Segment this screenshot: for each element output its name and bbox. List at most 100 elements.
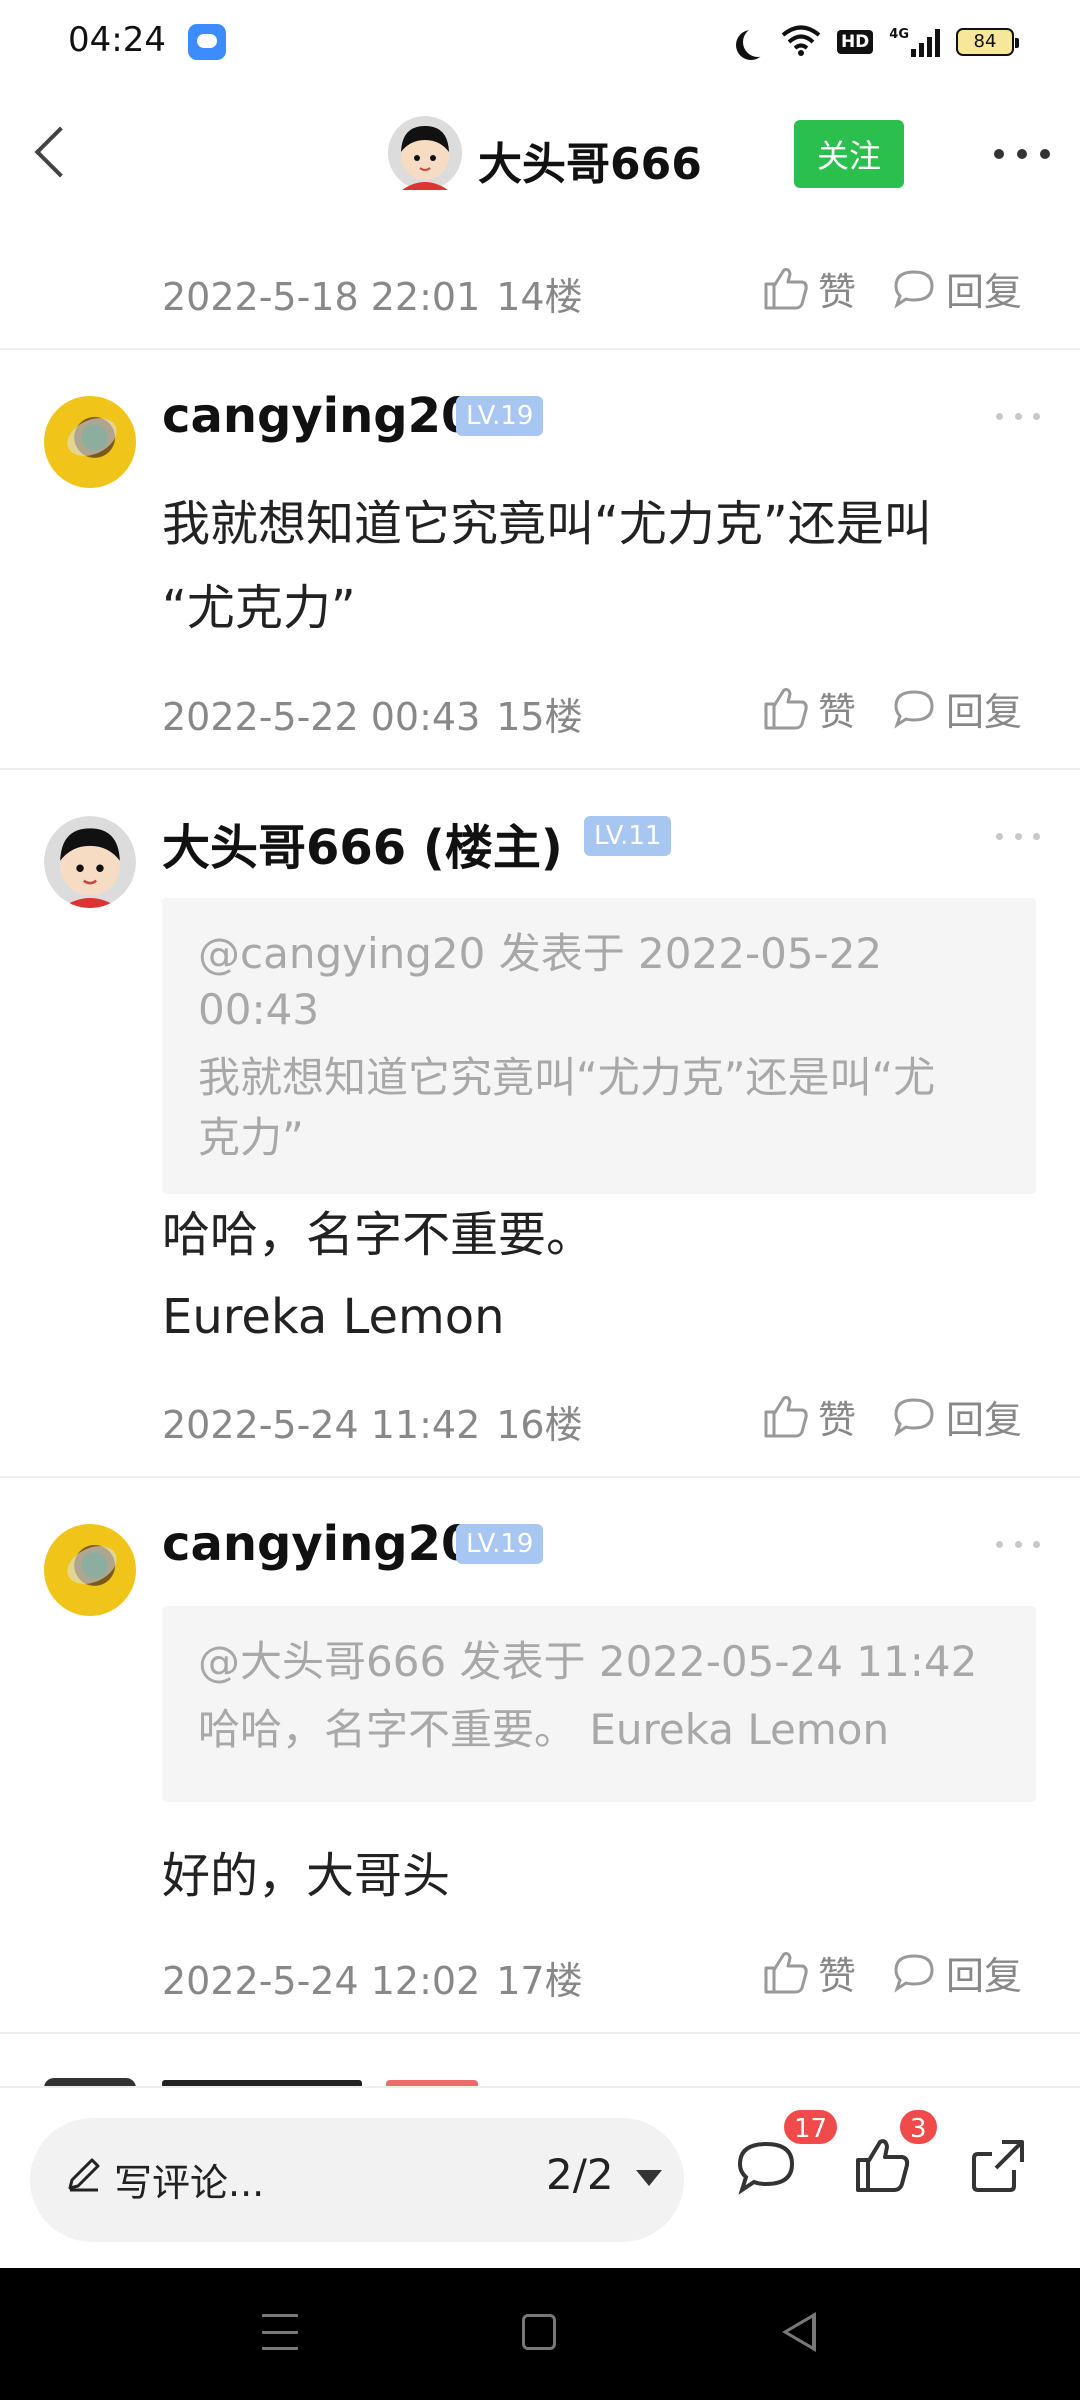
post-date: 2022-5-18 22:01 (162, 275, 481, 319)
quote-header: @大头哥666 发表于 2022-05-24 11:42 (198, 1637, 978, 1686)
like-button[interactable]: 赞 (760, 1942, 856, 2002)
reply-button[interactable]: 回复 (892, 1942, 1022, 2002)
thumbs-up-icon (760, 1946, 812, 1998)
like-post-button[interactable]: 3 (846, 2108, 939, 2202)
status-icons: HD 4G 84 (735, 22, 1019, 62)
recent-apps-icon[interactable] (262, 2314, 298, 2350)
chevron-down-icon[interactable] (636, 2170, 662, 2186)
like-button[interactable]: 赞 (760, 258, 856, 318)
pencil-icon (64, 2154, 104, 2194)
system-navigation-bar (0, 2268, 1080, 2400)
thumbs-up-icon (760, 1390, 812, 1442)
battery-icon: 84 (956, 28, 1019, 56)
author-name[interactable]: 大头哥666 (478, 128, 702, 192)
content-line: Eureka Lemon (162, 1289, 505, 1345)
post-content: 哈哈，名字不重要。 Eureka Lemon (162, 1194, 1042, 1358)
app-notification-icon (188, 24, 226, 60)
chat-bubble-icon (892, 1394, 936, 1438)
user-avatar[interactable] (44, 816, 136, 908)
status-time: 04:24 (68, 20, 166, 60)
back-button[interactable] (24, 120, 84, 184)
post-meta: 2022-5-24 12:02 17楼 (162, 1950, 583, 2005)
do-not-disturb-icon (743, 27, 773, 57)
post-floor: 17楼 (496, 1959, 583, 2003)
thumbs-up-icon (760, 262, 812, 314)
share-icon (962, 2140, 1034, 2206)
post-more-button[interactable] (996, 826, 1040, 846)
quote-header: @cangying20 发表于 2022-05-22 00:43 (198, 929, 883, 1034)
network-type: 4G (889, 27, 909, 42)
level-badge: LV.19 (456, 1524, 544, 1564)
post-meta: 2022-5-18 22:01 14楼 (162, 266, 583, 321)
quote-line: 哈哈，名字不重要。 Eureka Lemon (198, 1705, 890, 1754)
post-meta-row: 2022-5-18 22:01 14楼 赞 回复 (0, 252, 1080, 322)
like-button[interactable]: 赞 (760, 678, 856, 738)
quoted-reply[interactable]: @大头哥666 发表于 2022-05-24 11:42 哈哈，名字不重要。 E… (162, 1606, 1036, 1802)
divider (0, 1476, 1080, 1478)
quote-line: 我就想知道它究竟叫“尤力克”还是叫“尤 (198, 1053, 936, 1102)
reply-label: 回复 (946, 1397, 1023, 1442)
like-label: 赞 (818, 1953, 857, 1998)
comment-input[interactable]: 写评论... 2/2 (30, 2118, 684, 2242)
content-line: 我就想知道它究竟叫“尤力克”还是叫 (162, 496, 932, 552)
divider (0, 348, 1080, 350)
share-button[interactable] (962, 2130, 1034, 2202)
signal-icon: 4G (889, 27, 940, 57)
post-more-button[interactable] (996, 406, 1040, 426)
divider (0, 768, 1080, 770)
post-username[interactable]: cangying20 (162, 1516, 474, 1572)
back-triangle-icon[interactable] (782, 2312, 816, 2352)
reply-label: 回复 (946, 689, 1023, 734)
reply-button[interactable]: 回复 (892, 678, 1022, 738)
follow-button[interactable]: 关注 (794, 120, 904, 188)
post-date: 2022-5-24 11:42 (162, 1403, 481, 1447)
content-line: 哈哈，名字不重要。 (162, 1207, 595, 1263)
post-meta: 2022-5-24 11:42 16楼 (162, 1394, 583, 1449)
like-button[interactable]: 赞 (760, 1386, 856, 1446)
wifi-icon (781, 24, 821, 60)
reply-button[interactable]: 回复 (892, 258, 1022, 318)
more-options-button[interactable] (994, 136, 1050, 172)
hd-badge: HD (836, 30, 874, 54)
post-content: 好的，大哥头 (162, 1834, 1042, 1918)
post-content: 我就想知道它究竟叫“尤力克”还是叫 “尤克力” (162, 482, 1042, 650)
page-indicator[interactable]: 2/2 (546, 2150, 614, 2199)
thumbs-up-icon (760, 682, 812, 734)
content-line: “尤克力” (162, 580, 356, 636)
like-label: 赞 (818, 1397, 857, 1442)
reply-label: 回复 (946, 1953, 1023, 1998)
like-label: 赞 (818, 269, 857, 314)
reply-label: 回复 (946, 269, 1023, 314)
post-floor: 16楼 (496, 1403, 583, 1447)
comments-button[interactable]: 17 (730, 2108, 840, 2202)
chat-bubble-icon (892, 266, 936, 310)
user-avatar[interactable] (44, 396, 136, 488)
like-count-badge: 3 (898, 2108, 939, 2146)
thumbs-up-icon (846, 2139, 918, 2206)
like-label: 赞 (818, 689, 857, 734)
post-meta-row: 2022-5-24 12:02 17楼 赞 回复 (0, 1936, 1080, 2006)
post-floor: 14楼 (496, 275, 583, 319)
top-nav-bar: 大头哥666 关注 (0, 84, 1080, 224)
status-bar: 04:24 HD 4G 84 (0, 0, 1080, 84)
quote-line: 克力” (198, 1113, 304, 1162)
divider (0, 2032, 1080, 2034)
quoted-reply[interactable]: @cangying20 发表于 2022-05-22 00:43 我就想知道它究… (162, 898, 1036, 1194)
user-avatar[interactable] (44, 1524, 136, 1616)
post-username[interactable]: 大头哥666 (楼主) (162, 808, 563, 878)
comment-count-badge: 17 (782, 2108, 840, 2146)
author-avatar[interactable] (388, 116, 462, 190)
chat-bubble-icon (892, 686, 936, 730)
post-meta-row: 2022-5-22 00:43 15楼 赞 回复 (0, 672, 1080, 742)
post-more-button[interactable] (996, 1534, 1040, 1554)
post-meta: 2022-5-22 00:43 15楼 (162, 686, 583, 741)
chat-bubble-icon (730, 2141, 802, 2206)
level-badge: LV.11 (584, 816, 672, 856)
bottom-action-bar: 写评论... 2/2 17 3 (0, 2086, 1080, 2268)
post-date: 2022-5-22 00:43 (162, 695, 481, 739)
post-username[interactable]: cangying20 (162, 388, 474, 444)
reply-button[interactable]: 回复 (892, 1386, 1022, 1446)
home-icon[interactable] (522, 2314, 556, 2350)
level-badge: LV.19 (456, 396, 544, 436)
post-floor: 15楼 (496, 695, 583, 739)
